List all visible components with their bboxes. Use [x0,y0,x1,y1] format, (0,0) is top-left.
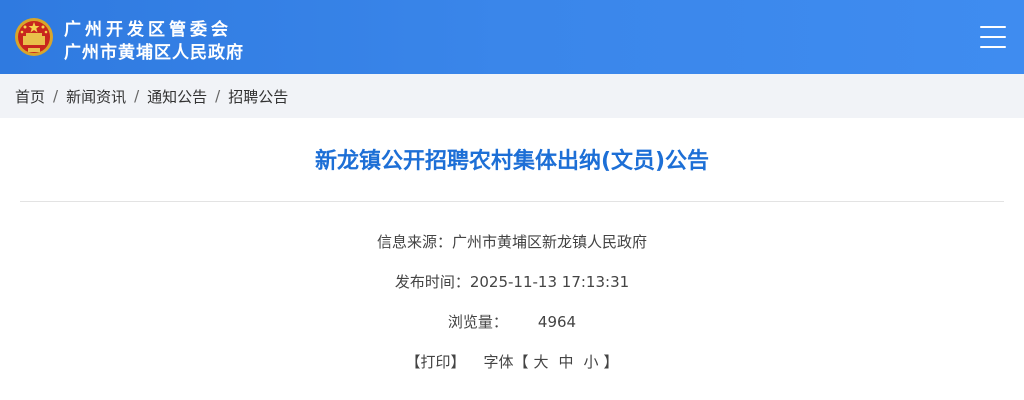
font-size-medium-button[interactable]: 中 [559,353,574,371]
menu-bar [980,26,1006,28]
site-header: 广州开发区管委会 广州市黄埔区人民政府 [0,0,1024,74]
info-source-row: 信息来源：广州市黄埔区新龙镇人民政府 [0,231,1024,252]
breadcrumb-separator: / [134,87,140,105]
breadcrumb-notices[interactable]: 通知公告 [147,86,207,107]
publish-time-label: 发布时间： [394,273,470,291]
print-button[interactable]: 【打印】 [405,353,465,371]
font-size-close-bracket: 】 [603,353,619,371]
brand-name-primary: 广州开发区管委会 [64,20,232,40]
font-size-label: 字体【 [483,353,529,371]
font-size-large-button[interactable]: 大 [533,353,548,371]
publish-time-value: 2025-11-13 17:13:31 [469,273,630,291]
view-count-value: 4964 [537,313,577,331]
brand-name-secondary: 广州市黄埔区人民政府 [64,43,244,63]
font-size-small-button[interactable]: 小 [584,353,599,371]
menu-bar [980,46,1006,48]
menu-bar [980,36,1006,38]
breadcrumb-separator: / [215,87,221,105]
breadcrumb-home[interactable]: 首页 [15,86,45,107]
title-divider [20,201,1004,202]
hamburger-menu-icon[interactable] [980,25,1006,49]
breadcrumb-news[interactable]: 新闻资讯 [66,86,126,107]
info-source-label: 信息来源： [376,233,452,251]
view-count-label: 浏览量： [447,313,508,331]
publish-time-row: 发布时间：2025-11-13 17:13:31 [0,271,1024,292]
breadcrumb-recruitment[interactable]: 招聘公告 [228,86,288,107]
info-source-value: 广州市黄埔区新龙镇人民政府 [452,233,648,251]
article-title: 新龙镇公开招聘农村集体出纳(文员)公告 [314,149,710,174]
breadcrumb: 首页 / 新闻资讯 / 通知公告 / 招聘公告 [0,74,1024,118]
national-emblem-icon[interactable] [14,16,54,58]
breadcrumb-separator: / [53,87,59,105]
view-count-row: 浏览量： 4964 [0,311,1024,332]
article-tools-row: 【打印】 字体【大中小】 [0,351,1024,372]
